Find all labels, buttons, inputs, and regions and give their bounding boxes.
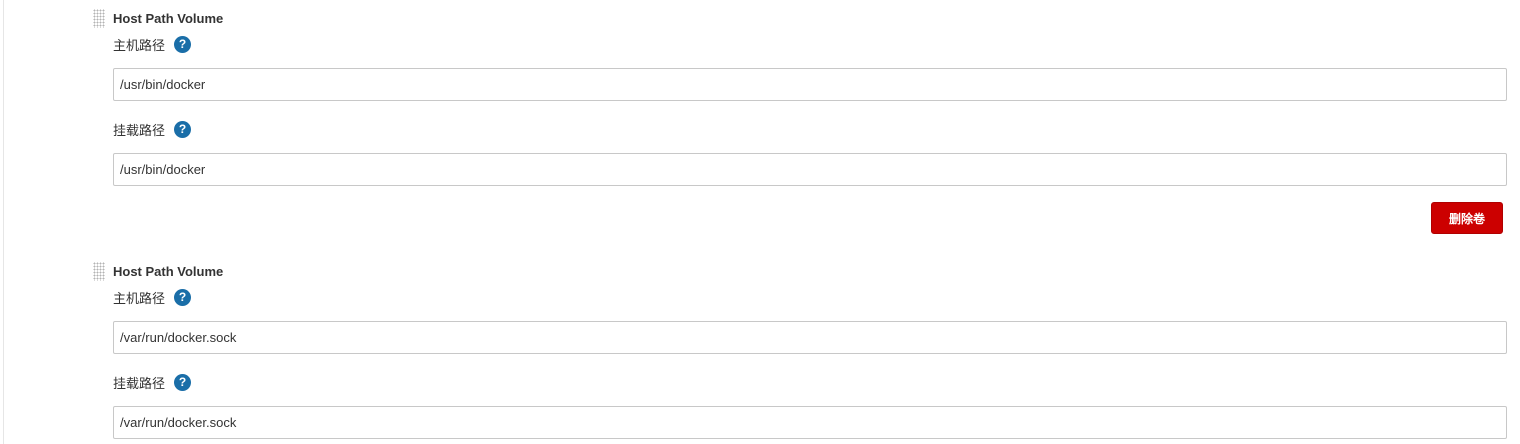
- host-path-field: 主机路径 ?: [113, 33, 1513, 101]
- drag-handle-icon[interactable]: [93, 9, 105, 28]
- help-icon[interactable]: ?: [174, 288, 192, 306]
- mount-path-field: 挂载路径 ?: [113, 371, 1513, 439]
- mount-path-field: 挂载路径 ?: [113, 118, 1513, 186]
- help-icon[interactable]: ?: [174, 373, 192, 391]
- volume-header: Host Path Volume: [93, 261, 1513, 281]
- host-path-volume-1: Host Path Volume 主机路径 ? 挂载路径 ? 删除卷: [93, 8, 1513, 234]
- host-path-volume-2: Host Path Volume 主机路径 ? 挂载路径 ?: [93, 261, 1513, 439]
- host-path-field: 主机路径 ?: [113, 286, 1513, 354]
- help-icon[interactable]: ?: [174, 120, 192, 138]
- drag-handle-icon[interactable]: [93, 262, 105, 281]
- host-path-label: 主机路径: [113, 38, 166, 54]
- volume-title: Host Path Volume: [113, 11, 224, 26]
- volume-title: Host Path Volume: [113, 264, 224, 279]
- host-path-input[interactable]: [113, 321, 1507, 354]
- host-path-input[interactable]: [113, 68, 1507, 101]
- host-path-label: 主机路径: [113, 291, 166, 307]
- mount-path-label: 挂载路径: [113, 376, 166, 392]
- delete-row: 删除卷: [93, 186, 1513, 234]
- mount-path-input[interactable]: [113, 153, 1507, 186]
- mount-path-input[interactable]: [113, 406, 1507, 439]
- mount-path-label: 挂载路径: [113, 123, 166, 139]
- page-left-border: [3, 0, 4, 444]
- delete-volume-button[interactable]: 删除卷: [1431, 202, 1503, 234]
- help-icon[interactable]: ?: [174, 35, 192, 53]
- volume-header: Host Path Volume: [93, 8, 1513, 28]
